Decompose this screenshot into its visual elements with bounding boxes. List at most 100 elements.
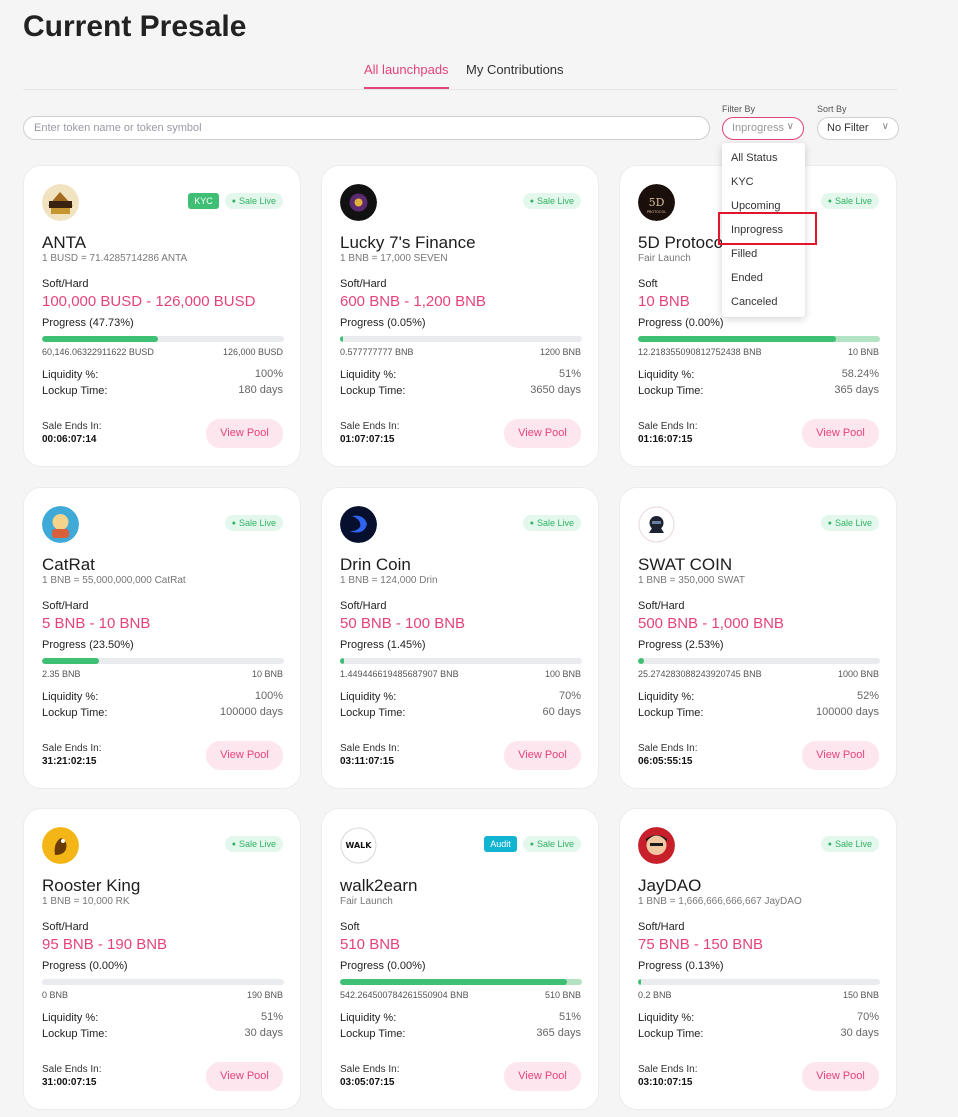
presale-card: KYC Sale Live ANTA1 BUSD = 71.4285714286 A… <box>23 165 301 467</box>
filter-option-kyc[interactable]: KYC <box>731 176 754 188</box>
filter-option-all-status[interactable]: All Status <box>731 152 777 164</box>
view-pool-button[interactable]: View Pool <box>206 741 283 770</box>
goal-amount: 100 BNB <box>544 669 581 679</box>
tab-my-contributions[interactable]: My Contributions <box>466 62 564 87</box>
goal-amount: 150 BNB <box>842 990 879 1000</box>
cap-value: 500 BNB - 1,000 BNB <box>638 615 784 632</box>
5d-protocol-logo-icon: 5D PROTOCOL <box>638 184 675 221</box>
sale-ends-label: Sale Ends In: <box>340 421 400 432</box>
view-pool-button[interactable]: View Pool <box>206 1062 283 1091</box>
presale-card: Sale Live SWAT COIN1 BNB = 350,000 SWAT So… <box>619 487 897 789</box>
sale-ends-label: Sale Ends In: <box>638 743 698 754</box>
lockup-label: Lockup Time: <box>42 385 108 397</box>
presale-card: Sale Live Lucky 7's Finance1 BNB = 17,000… <box>321 165 599 467</box>
cap-value: 510 BNB <box>340 936 401 953</box>
liquidity-label: Liquidity %: <box>42 691 99 703</box>
token-name: ANTA <box>42 233 87 252</box>
token-rate: 1 BUSD = 71.4285714286 ANTA <box>42 253 188 264</box>
sale-ends-countdown: 31:21:02:15 <box>42 756 97 767</box>
filter-option-upcoming[interactable]: Upcoming <box>731 200 781 212</box>
tab-all-launchpads[interactable]: All launchpads <box>364 62 449 89</box>
lockup-value: 365 days <box>834 384 879 396</box>
liquidity-value: 51% <box>558 1011 581 1023</box>
sale-ends-countdown: 03:10:07:15 <box>638 1077 693 1088</box>
goal-amount: 190 BNB <box>246 990 283 1000</box>
cap-value: 10 BNB <box>638 293 690 310</box>
lockup-label: Lockup Time: <box>42 707 108 719</box>
view-pool-button[interactable]: View Pool <box>802 741 879 770</box>
view-pool-button[interactable]: View Pool <box>802 1062 879 1091</box>
lockup-value: 3650 days <box>530 384 581 396</box>
anta-logo-icon <box>42 184 79 221</box>
progress-label: Progress (23.50%) <box>42 639 134 651</box>
lockup-label: Lockup Time: <box>638 707 704 719</box>
swat-coin-logo-icon <box>638 506 675 543</box>
sort-label: Sort By <box>817 104 847 114</box>
progress-label: Progress (0.00%) <box>340 960 426 972</box>
sale-ends-label: Sale Ends In: <box>340 743 400 754</box>
search-input[interactable] <box>23 116 710 140</box>
raised-amount: 12.218355090812752438 BNB <box>638 347 762 357</box>
token-name: Rooster King <box>42 876 141 895</box>
token-rate: 1 BNB = 17,000 SEVEN <box>340 253 448 264</box>
liquidity-label: Liquidity %: <box>340 1012 397 1024</box>
filter-select[interactable]: Inprogress ∨ <box>722 117 804 140</box>
raised-amount: 0 BNB <box>42 990 69 1000</box>
liquidity-value: 70% <box>558 690 581 702</box>
raised-amount: 1.449446619485687907 BNB <box>340 669 459 679</box>
progress-bar <box>638 336 880 342</box>
filter-option-filled[interactable]: Filled <box>731 248 757 260</box>
filter-label: Filter By <box>722 104 756 114</box>
sort-select[interactable]: No Filter ∨ <box>817 117 899 140</box>
sale-ends-label: Sale Ends In: <box>42 1064 102 1075</box>
progress-bar <box>340 658 582 664</box>
progress-label: Progress (0.00%) <box>42 960 128 972</box>
raised-amount: 542.264500784261550904 BNB <box>340 990 469 1000</box>
filter-option-ended[interactable]: Ended <box>731 272 763 284</box>
drin-coin-logo-icon <box>340 506 377 543</box>
badge-group: Sale Live <box>522 193 581 209</box>
liquidity-value: 100% <box>254 690 283 702</box>
sale-ends-countdown: 00:06:07:14 <box>42 434 97 445</box>
audit-badge: Audit <box>484 836 517 852</box>
progress-bar <box>340 336 582 342</box>
liquidity-value: 58.24% <box>841 368 879 380</box>
view-pool-button[interactable]: View Pool <box>504 741 581 770</box>
lockup-value: 100000 days <box>816 706 879 718</box>
cap-value: 75 BNB - 150 BNB <box>638 936 764 953</box>
badge-group: Sale Live <box>820 193 879 209</box>
presale-card: WALK Audit Sale Live walk2earnFair Launch So… <box>321 808 599 1110</box>
sale-ends-label: Sale Ends In: <box>638 421 698 432</box>
highlight-box <box>718 212 817 245</box>
progress-label: Progress (0.00%) <box>638 317 724 329</box>
cap-value: 100,000 BUSD - 126,000 BUSD <box>42 293 256 310</box>
filter-option-canceled[interactable]: Canceled <box>731 296 777 308</box>
rooster-king-logo-icon <box>42 827 79 864</box>
cap-label: Soft/Hard <box>42 600 89 612</box>
sale-live-badge: Sale Live <box>820 193 879 209</box>
sale-ends-countdown: 01:07:07:15 <box>340 434 395 445</box>
progress-label: Progress (2.53%) <box>638 639 724 651</box>
goal-amount: 10 BNB <box>251 669 283 679</box>
badge-group: Sale Live <box>820 836 879 852</box>
view-pool-button[interactable]: View Pool <box>802 419 879 448</box>
tab-bar: All launchpads My Contributions <box>23 60 898 90</box>
cap-label: Soft <box>638 278 658 290</box>
view-pool-button[interactable]: View Pool <box>504 419 581 448</box>
view-pool-button[interactable]: View Pool <box>206 419 283 448</box>
progress-label: Progress (1.45%) <box>340 639 426 651</box>
sale-ends-countdown: 03:05:07:15 <box>340 1077 395 1088</box>
lucky7-logo-icon <box>340 184 377 221</box>
badge-group: Sale Live <box>224 836 283 852</box>
sale-ends-label: Sale Ends In: <box>340 1064 400 1075</box>
sale-live-badge: Sale Live <box>820 836 879 852</box>
liquidity-value: 100% <box>254 368 283 380</box>
progress-bar-fill <box>340 979 568 985</box>
view-pool-button[interactable]: View Pool <box>504 1062 581 1091</box>
sale-ends-countdown: 31:00:07:15 <box>42 1077 97 1088</box>
sale-live-badge: Sale Live <box>522 193 581 209</box>
goal-amount: 126,000 BUSD <box>222 347 283 357</box>
sale-ends-label: Sale Ends In: <box>42 743 102 754</box>
presale-card: Sale Live CatRat1 BNB = 55,000,000,000 Ca… <box>23 487 301 789</box>
cap-value: 50 BNB - 100 BNB <box>340 615 466 632</box>
